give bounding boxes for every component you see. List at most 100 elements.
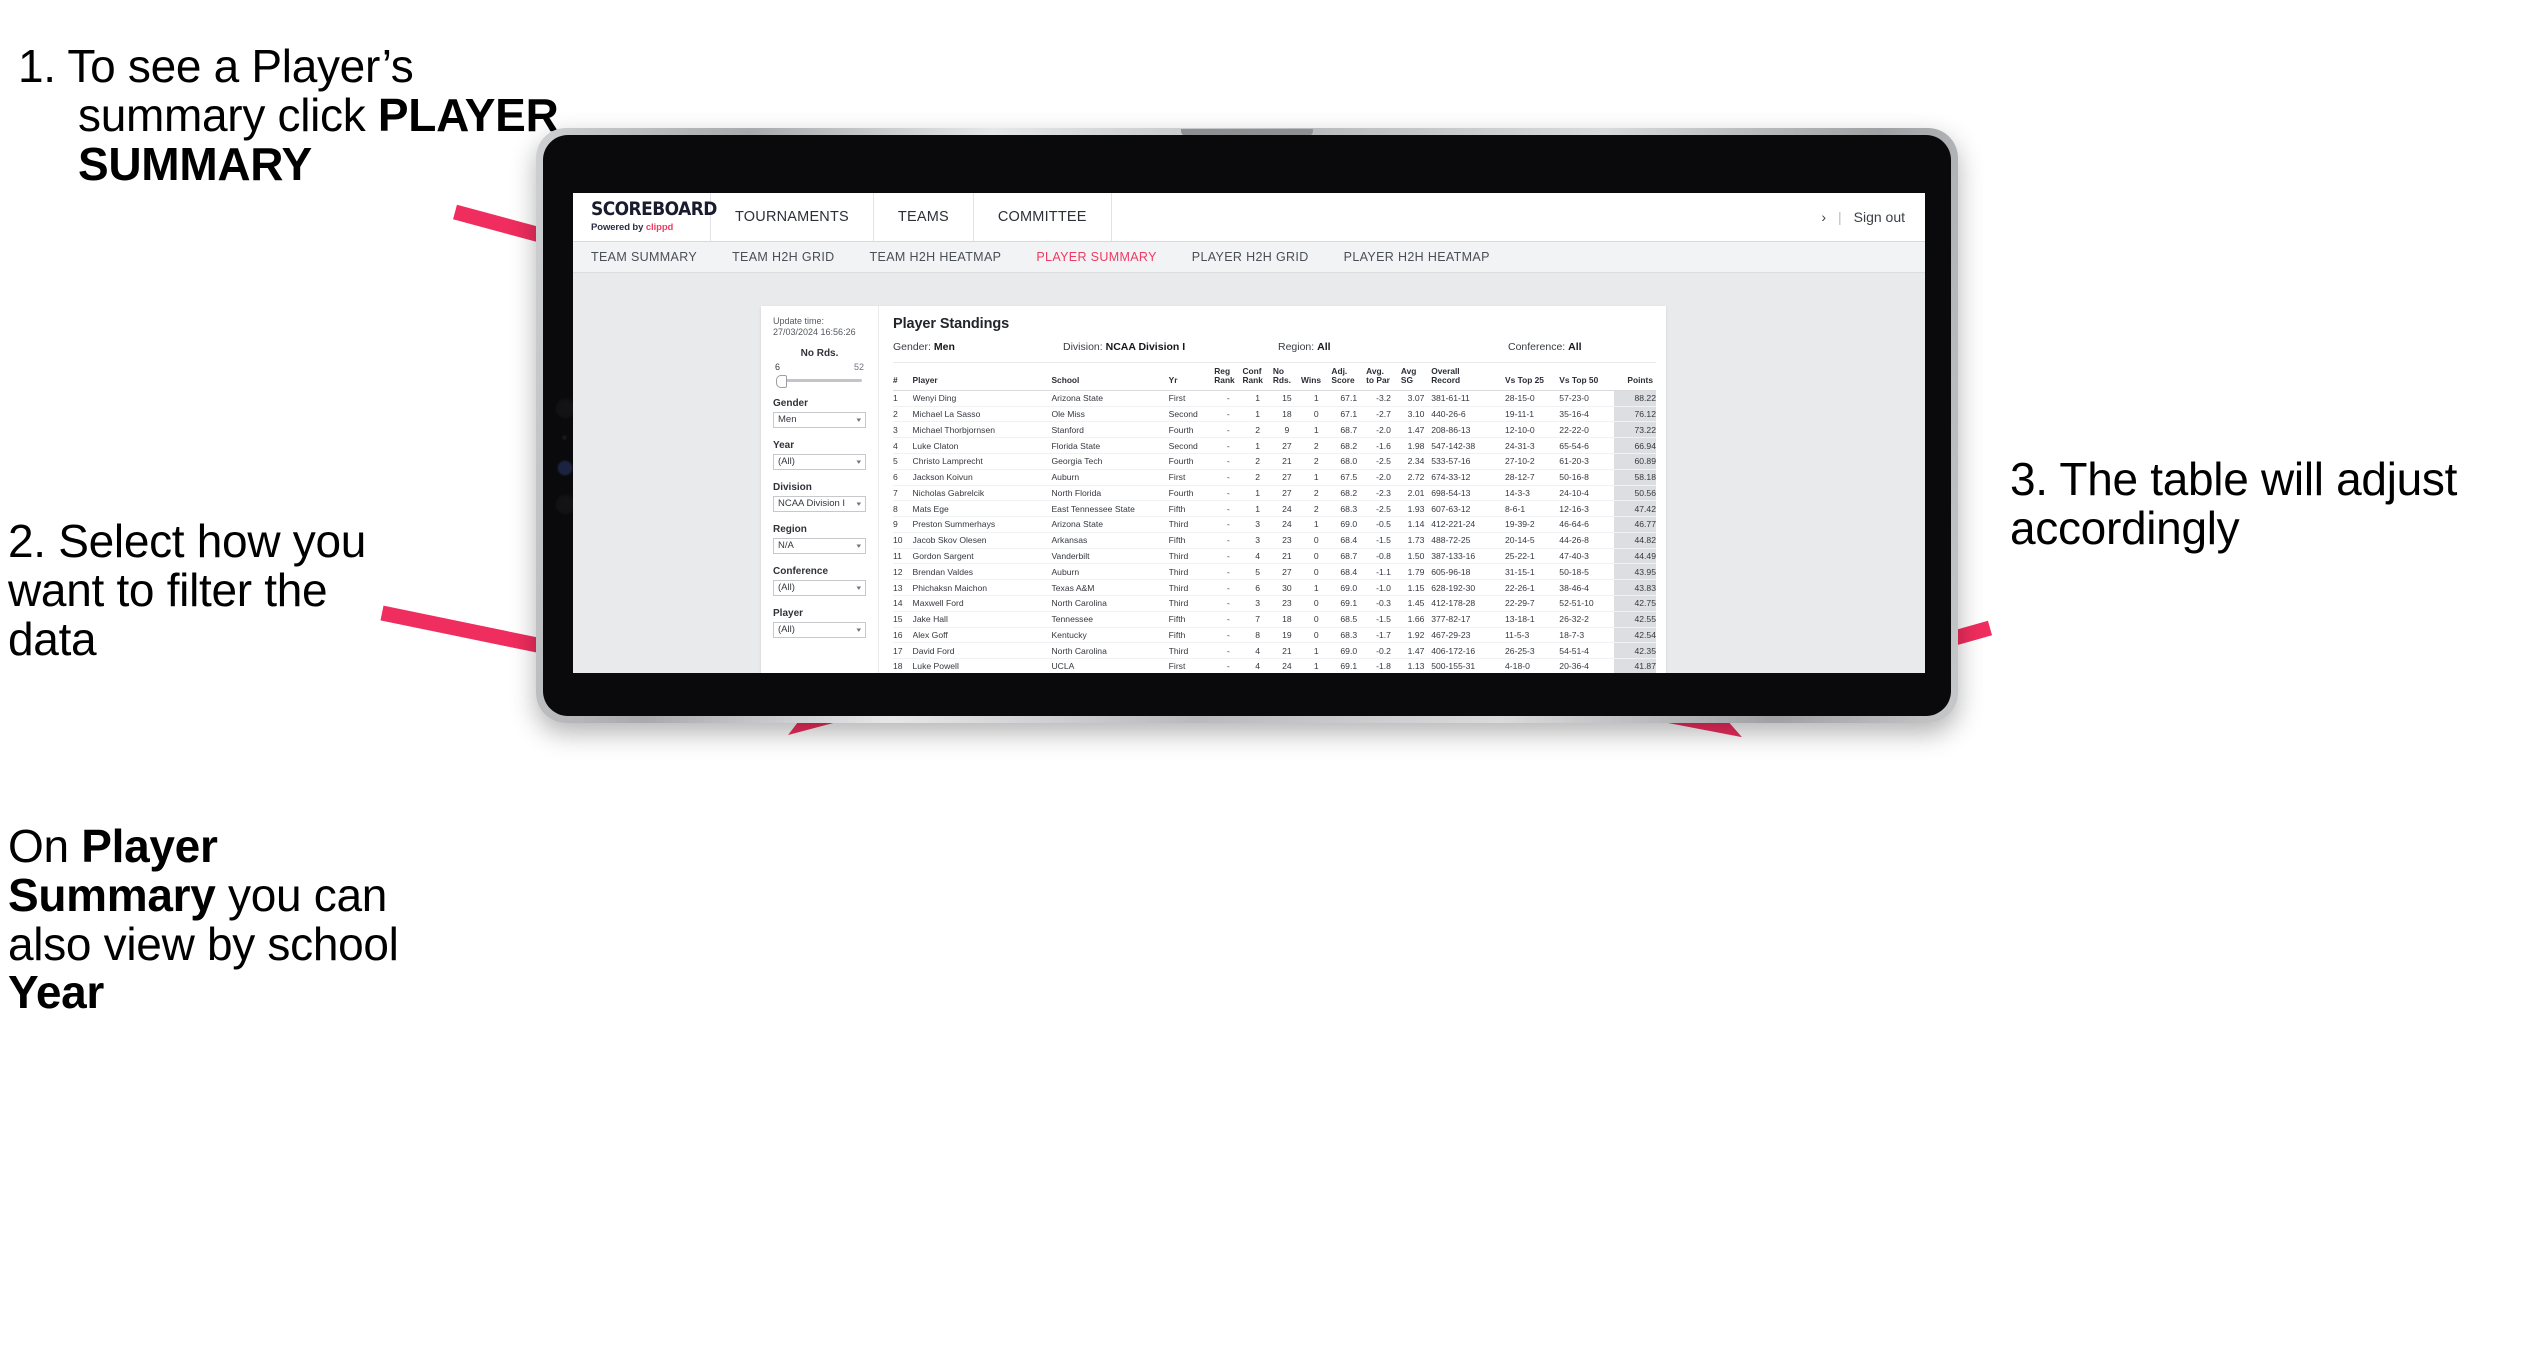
account-area: › | Sign out	[1821, 193, 1925, 241]
cell-overall-record: 500-155-31	[1431, 658, 1506, 673]
table-row[interactable]: 6 Jackson Koivun Auburn First -2 27 1 67.5 -2.0 2…	[893, 469, 1656, 486]
cell-avg-sg: 1.92	[1400, 627, 1432, 644]
meta-division-value: NCAA Division I	[1105, 341, 1186, 353]
column-header-school[interactable]: School	[1051, 363, 1169, 391]
filter-player-select[interactable]: (All) ▾	[773, 621, 866, 638]
table-row[interactable]: 1 Wenyi Ding Arizona State First -1 15 1 67.1 -3…	[893, 390, 1656, 407]
column-header-vs-top-25[interactable]: Vs Top 25	[1505, 363, 1560, 391]
column-header-overall-record[interactable]: Overall Record	[1431, 363, 1506, 391]
column-header-player[interactable]: Player	[912, 363, 1052, 391]
column-header-wins[interactable]: Wins	[1301, 363, 1332, 391]
cell-avg-to-par: -3.2	[1366, 390, 1401, 407]
cell-reg-rank: -	[1214, 563, 1243, 581]
column-header-vs-top-50[interactable]: Vs Top 50	[1559, 363, 1614, 391]
cell-vs-top-25: 12-10-0	[1505, 421, 1560, 439]
table-row[interactable]: 2 Michael La Sasso Ole Miss Second -1 18 0 67.1…	[893, 406, 1656, 423]
meta-division: Division: NCAA Division I	[1063, 341, 1278, 353]
cell-no-rds: 24	[1272, 658, 1302, 673]
table-row[interactable]: 16 Alex Goff Kentucky Fifth -8 19 0 68.3 -1.7 1.9…	[893, 627, 1656, 644]
cell-: 11	[893, 548, 913, 565]
table-row[interactable]: 5 Christo Lamprecht Georgia Tech Fourth -2 21…	[893, 453, 1656, 470]
filter-year-select[interactable]: (All) ▾	[773, 453, 866, 470]
cell-overall-record: 698-54-13	[1431, 485, 1506, 502]
nav-item-teams[interactable]: TEAMS	[874, 193, 974, 241]
cell-no-rds: 27	[1272, 469, 1302, 486]
table-row[interactable]: 9 Preston Summerhays Arizona State Third -3 2…	[893, 516, 1656, 533]
table-row[interactable]: 7 Nicholas Gabrelcik North Florida Fourth -1…	[893, 485, 1656, 502]
sign-out-link[interactable]: Sign out	[1854, 209, 1905, 225]
cell-adj-score: 68.4	[1331, 532, 1367, 549]
cell-wins: 2	[1301, 485, 1332, 502]
tab-team-h2h-grid[interactable]: TEAM H2H GRID	[732, 250, 855, 264]
cell-avg-to-par: -2.5	[1366, 500, 1401, 518]
column-header-points[interactable]: Points	[1613, 363, 1656, 391]
filter-conference-select[interactable]: (All) ▾	[773, 579, 866, 596]
cell-: 1	[893, 390, 913, 407]
cell-points: 66.94	[1613, 437, 1656, 454]
table-row[interactable]: 15 Jake Hall Tennessee Fifth -7 18 0 68.5 -1.5 1.…	[893, 611, 1656, 628]
filter-gender-select[interactable]: Men ▾	[773, 411, 866, 428]
cell-vs-top-50: 50-18-5	[1559, 563, 1614, 581]
annotation-note-bold2: Year	[8, 966, 105, 1019]
app-logo[interactable]: SCOREBOARD Powered by clippd	[573, 193, 717, 241]
meta-region-value: All	[1317, 341, 1331, 353]
column-header-no-rds[interactable]: No Rds.	[1272, 363, 1302, 391]
table-row[interactable]: 17 David Ford North Carolina Third -4 21 1 69.0…	[893, 642, 1656, 660]
table-row[interactable]: 4 Luke Claton Florida State Second -1 27 2 68.2…	[893, 437, 1656, 454]
column-header-avg-to-par[interactable]: Avg. to Par	[1366, 363, 1401, 391]
cell-no-rds: 21	[1272, 453, 1302, 470]
cell-overall-record: 628-192-30	[1431, 579, 1506, 596]
cell-conf-rank: 8	[1242, 627, 1273, 644]
column-header-adj-score[interactable]: Adj. Score	[1331, 363, 1367, 391]
cell-no-rds: 18	[1272, 406, 1302, 423]
table-row[interactable]: 3 Michael Thorbjornsen Stanford Fourth -2 9 1 6…	[893, 421, 1656, 439]
cell-avg-sg: 1.79	[1400, 563, 1432, 581]
column-header-avg-sg[interactable]: Avg SG	[1400, 363, 1432, 391]
tab-team-summary[interactable]: TEAM SUMMARY	[591, 250, 718, 264]
cell-avg-to-par: -0.2	[1366, 642, 1401, 660]
cell-reg-rank: -	[1214, 453, 1243, 470]
cell-school: Georgia Tech	[1051, 453, 1169, 470]
table-row[interactable]: 8 Mats Ege East Tennessee State Fifth -1 24 2 6…	[893, 500, 1656, 518]
filter-player: Player (All) ▾	[773, 608, 866, 638]
nav-item-tournaments[interactable]: TOURNAMENTS	[711, 193, 874, 241]
chevron-down-icon: ▾	[856, 584, 862, 592]
column-header-yr[interactable]: Yr	[1168, 363, 1215, 391]
table-row[interactable]: 12 Brendan Valdes Auburn Third -5 27 0 68.4 -1.1…	[893, 563, 1656, 581]
tab-player-summary[interactable]: PLAYER SUMMARY	[1036, 250, 1177, 264]
cell-adj-score: 68.4	[1331, 563, 1367, 581]
cell-avg-to-par: -1.5	[1366, 532, 1401, 549]
slider-handle[interactable]	[776, 374, 787, 388]
table-row[interactable]: 10 Jacob Skov Olesen Arkansas Fifth -3 23 0 68.…	[893, 532, 1656, 549]
cell-vs-top-50: 20-36-4	[1559, 658, 1614, 673]
filter-division-select[interactable]: NCAA Division I ▾	[773, 495, 866, 512]
table-row[interactable]: 11 Gordon Sargent Vanderbilt Third -4 21 0 68.7…	[893, 548, 1656, 565]
table-row[interactable]: 13 Phichaksn Maichon Texas A&M Third -6 30 1 69…	[893, 579, 1656, 596]
cell-vs-top-50: 54-51-4	[1559, 642, 1614, 660]
tab-team-h2h-heatmap[interactable]: TEAM H2H HEATMAP	[870, 250, 1023, 264]
tab-player-h2h-heatmap[interactable]: PLAYER H2H HEATMAP	[1344, 250, 1511, 264]
annotation-note-seg1: On	[8, 820, 82, 872]
cell-yr: Fifth	[1168, 500, 1215, 518]
cell-no-rds: 9	[1272, 421, 1302, 439]
column-header-reg-rank[interactable]: Reg Rank	[1214, 363, 1243, 391]
cell-school: Arizona State	[1051, 516, 1169, 533]
cell-yr: Second	[1168, 406, 1215, 423]
column-header-[interactable]: #	[893, 363, 913, 391]
cell-conf-rank: 4	[1242, 548, 1273, 565]
table-row[interactable]: 14 Maxwell Ford North Carolina Third -3 23 0 69…	[893, 595, 1656, 612]
cell-adj-score: 68.3	[1331, 500, 1367, 518]
tab-player-h2h-grid[interactable]: PLAYER H2H GRID	[1192, 250, 1330, 264]
cell-conf-rank: 2	[1242, 421, 1273, 439]
cell-conf-rank: 3	[1242, 516, 1273, 533]
meta-gender-value: Men	[933, 341, 955, 353]
column-header-conf-rank[interactable]: Conf Rank	[1242, 363, 1273, 391]
account-chevron-icon[interactable]: ›	[1821, 209, 1826, 225]
no-rounds-slider[interactable]	[773, 374, 866, 388]
nav-item-committee[interactable]: COMMITTEE	[974, 193, 1112, 241]
table-row[interactable]: 18 Luke Powell UCLA First -4 24 1 69.1 -1.8 1.13 5…	[893, 658, 1656, 673]
cell-points: 44.49	[1613, 548, 1656, 565]
cell-wins: 1	[1301, 579, 1332, 596]
meta-gender: Gender: Men	[893, 341, 1063, 353]
filter-region-select[interactable]: N/A ▾	[773, 537, 866, 554]
